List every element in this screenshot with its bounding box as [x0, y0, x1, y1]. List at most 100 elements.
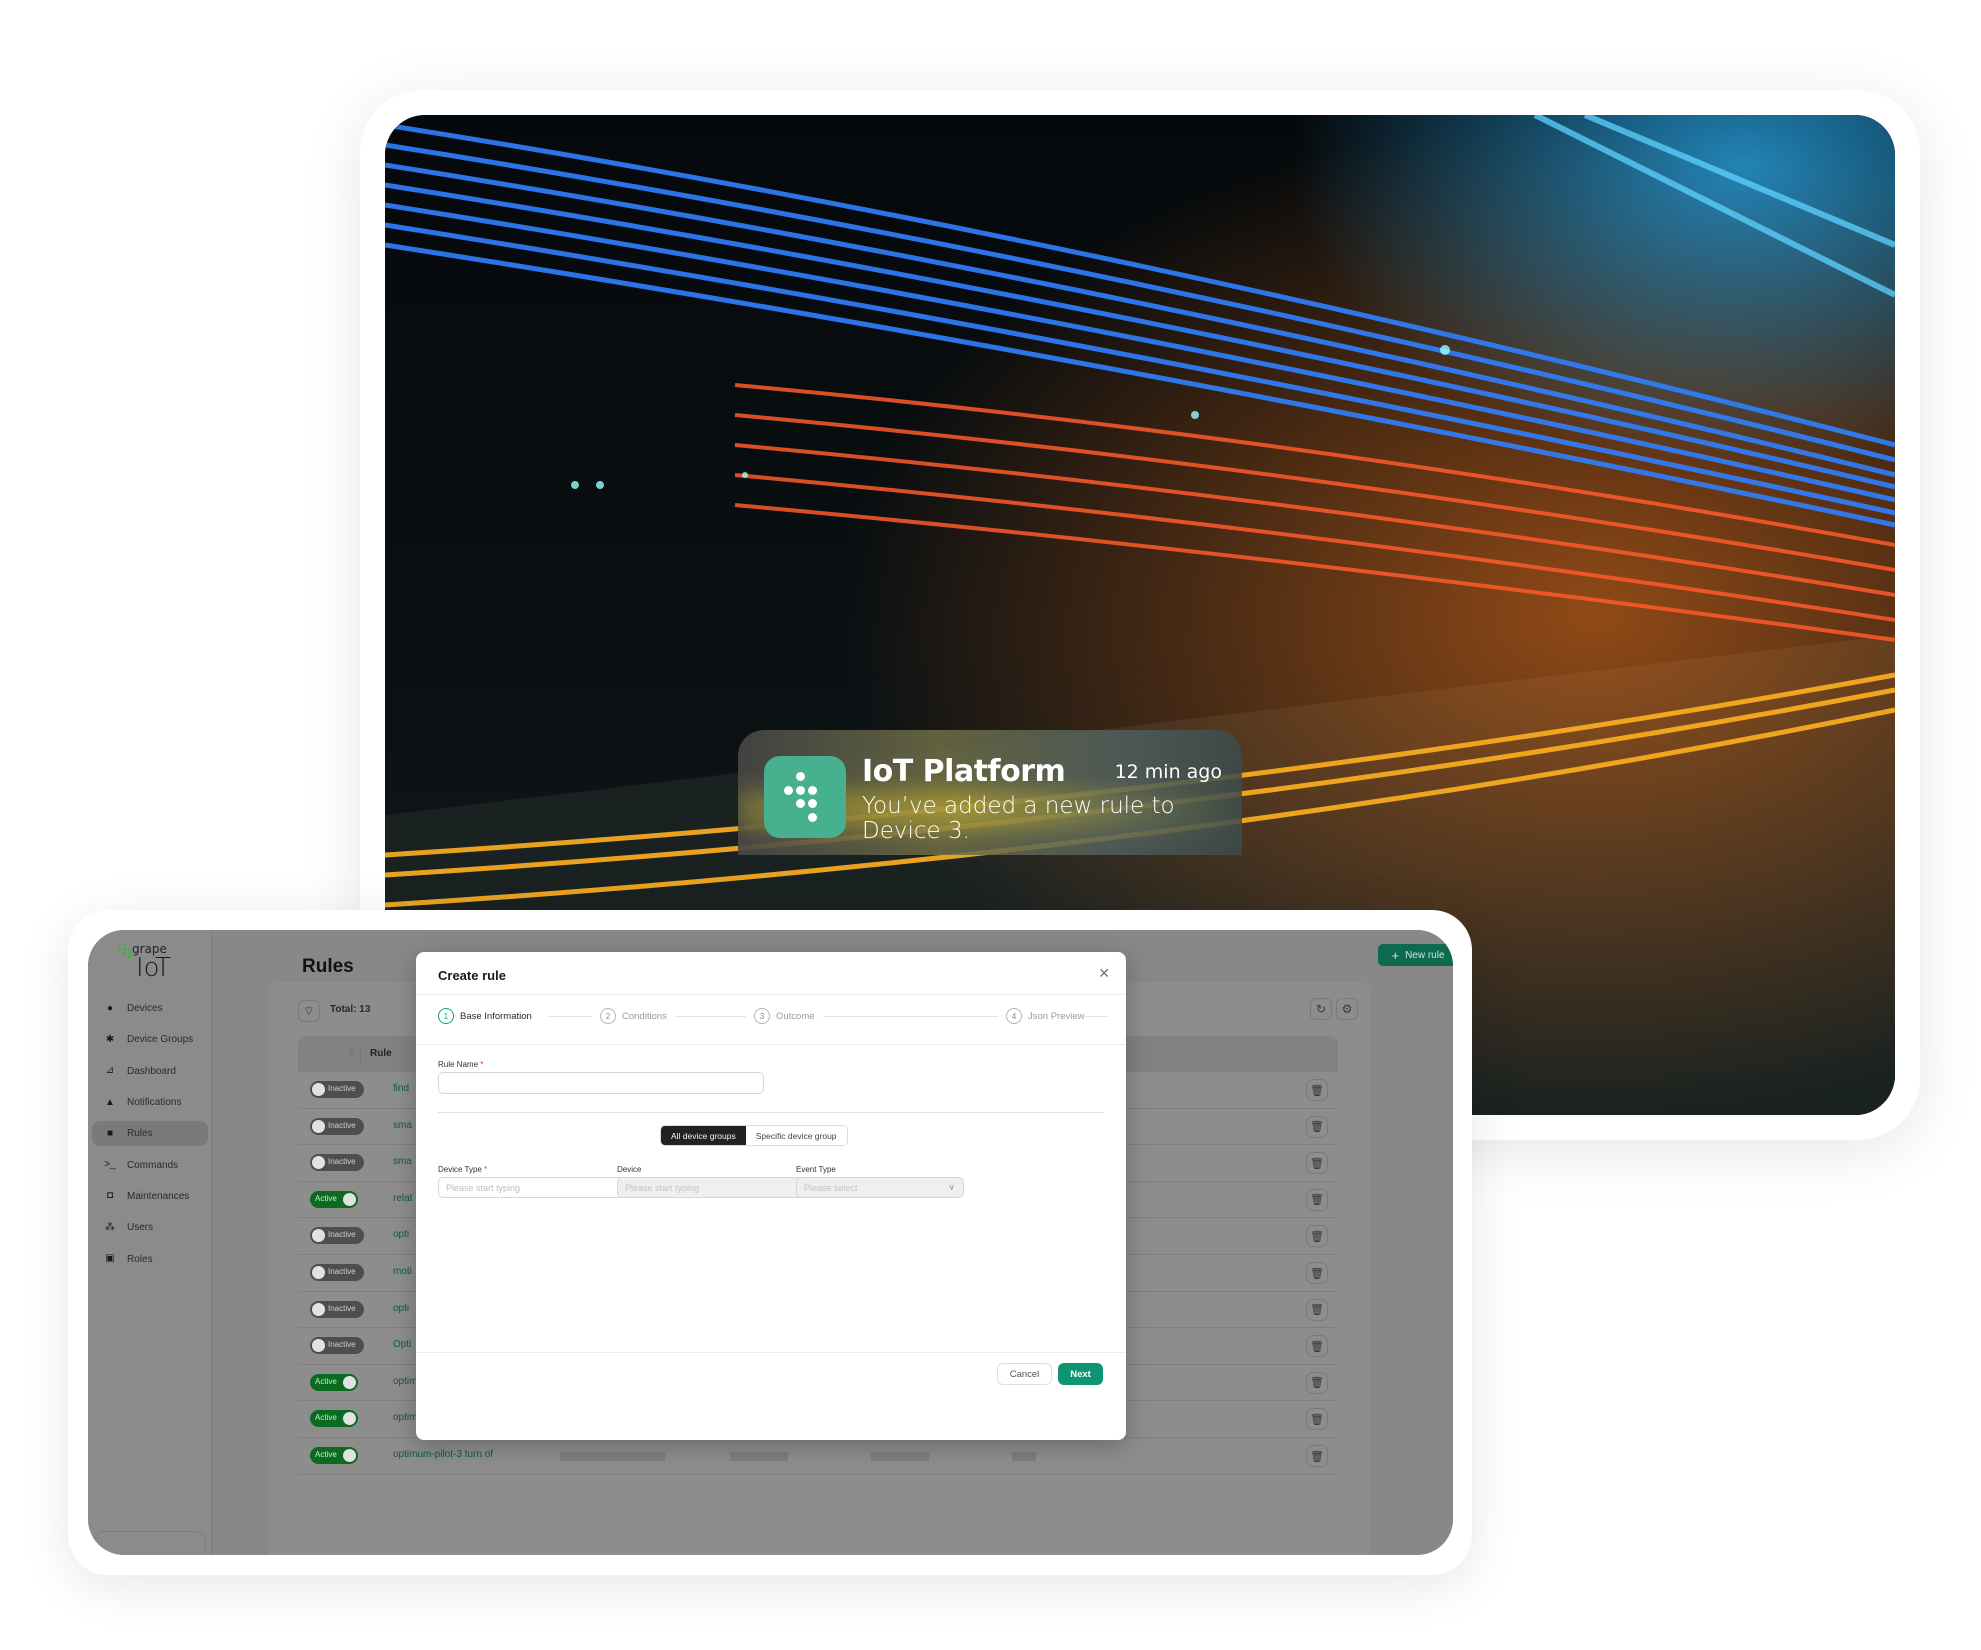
event-type-select[interactable]: Please select ∨	[796, 1177, 964, 1198]
status-toggle[interactable]: Inactive	[310, 1264, 364, 1281]
delete-button[interactable]: 🗑︎	[1306, 1408, 1328, 1431]
rule-name-link[interactable]: sma	[393, 1120, 412, 1131]
sidebar-item-users[interactable]: ⁂ Users	[88, 1212, 212, 1243]
column-divider	[360, 1046, 361, 1062]
sidebar-item-maintenances[interactable]: ◘ Maintenances	[88, 1181, 212, 1212]
status-toggle[interactable]: Active	[310, 1447, 358, 1464]
bulb-icon: ●	[106, 1002, 114, 1014]
refresh-icon: ↻	[1315, 1002, 1327, 1016]
status-label: Active	[315, 1193, 337, 1203]
status-label: Inactive	[328, 1267, 356, 1276]
rule-name-link[interactable]: find	[393, 1083, 409, 1094]
sidebar-item-label: Maintenances	[127, 1190, 190, 1202]
status-label: Inactive	[328, 1340, 356, 1350]
column-header-rule[interactable]: Rule	[370, 1048, 392, 1059]
step-base-information[interactable]: 1 Base Information	[438, 1008, 540, 1024]
step-conditions[interactable]: 2 Conditions	[592, 1008, 675, 1024]
sidebar-item-commands[interactable]: >_ Commands	[88, 1149, 212, 1180]
rules-icon: ■	[106, 1127, 114, 1139]
rule-name-link[interactable]: moti	[393, 1266, 412, 1277]
toggle-knob	[312, 1229, 325, 1243]
status-toggle[interactable]: Inactive	[310, 1081, 364, 1098]
delete-button[interactable]: 🗑︎	[1306, 1079, 1328, 1101]
status-toggle[interactable]: Inactive	[310, 1154, 364, 1172]
close-icon[interactable]: ✕	[1098, 965, 1110, 982]
delete-button[interactable]: 🗑︎	[1306, 1262, 1328, 1284]
divider	[416, 1352, 1126, 1353]
placeholder: Please select	[804, 1182, 858, 1193]
delete-button[interactable]: 🗑︎	[1306, 1115, 1328, 1138]
sidebar-item-devices[interactable]: ● Devices	[88, 993, 212, 1024]
status-toggle[interactable]: Inactive	[310, 1227, 364, 1245]
total-count: Total: 13	[330, 1004, 371, 1015]
rule-name-link[interactable]: opti	[393, 1229, 409, 1240]
terminal-icon: >_	[104, 1159, 116, 1171]
loading-placeholder	[631, 1452, 665, 1461]
new-rule-button[interactable]: + New rule	[1378, 944, 1453, 966]
toggle-knob	[343, 1192, 356, 1206]
settings-button[interactable]: ⚙	[1336, 998, 1358, 1020]
delete-button[interactable]: 🗑︎	[1306, 1371, 1328, 1394]
rule-name-input[interactable]	[438, 1072, 764, 1094]
status-label: Inactive	[328, 1303, 356, 1313]
sidebar-item-label: Commands	[127, 1159, 179, 1171]
placeholder: Please start typing	[625, 1182, 700, 1193]
trash-icon: 🗑︎	[1310, 1084, 1324, 1097]
status-label: Inactive	[328, 1084, 356, 1093]
grape-iot-logo: grape IoT	[118, 942, 188, 983]
all-device-groups-option[interactable]: All device groups	[661, 1126, 746, 1145]
rule-name-link[interactable]: optimum-pilot-3 turn of	[393, 1449, 493, 1460]
status-toggle[interactable]: Inactive	[310, 1117, 364, 1135]
sidebar-user-box[interactable]	[94, 1531, 206, 1555]
step-outcome[interactable]: 3 Outcome	[746, 1008, 823, 1024]
table-row[interactable]: Active optimum-pilot-3 turn of 🗑︎	[298, 1438, 1338, 1475]
step-json-preview[interactable]: 4 Json Preview	[998, 1008, 1085, 1024]
delete-button[interactable]: 🗑︎	[1306, 1152, 1328, 1175]
trash-icon: 🗑︎	[1310, 1413, 1324, 1426]
toggle-knob	[343, 1449, 356, 1462]
step-number: 3	[754, 1008, 770, 1024]
trash-icon: 🗑︎	[1310, 1194, 1324, 1207]
cancel-button[interactable]: Cancel	[997, 1363, 1052, 1385]
delete-button[interactable]: 🗑︎	[1306, 1298, 1328, 1321]
status-toggle[interactable]: Inactive	[310, 1337, 364, 1355]
status-label: Inactive	[328, 1230, 356, 1240]
sidebar-item-rules[interactable]: ■ Rules	[88, 1118, 212, 1149]
filter-icon: ▽	[305, 1005, 313, 1017]
sidebar-item-roles[interactable]: ▣ Roles	[88, 1243, 212, 1274]
sidebar-item-device-groups[interactable]: ✱ Device Groups	[88, 1024, 212, 1055]
status-toggle[interactable]: Active	[310, 1190, 358, 1208]
label-text: Rule Name	[438, 1060, 479, 1069]
delete-button[interactable]: 🗑︎	[1306, 1335, 1328, 1358]
sidebar-item-label: Users	[127, 1222, 154, 1234]
filter-button[interactable]: ▽	[298, 1000, 320, 1022]
sidebar-item-dashboard[interactable]: ⊿ Dashboard	[88, 1056, 212, 1087]
delete-button[interactable]: 🗑︎	[1306, 1188, 1328, 1211]
status-toggle[interactable]: Inactive	[310, 1300, 364, 1318]
rule-name-link[interactable]: opti	[393, 1303, 409, 1314]
trash-icon: 🗑︎	[1310, 1340, 1324, 1353]
event-type-label: Event Type	[796, 1165, 836, 1174]
rule-name-link[interactable]: sma	[393, 1156, 412, 1167]
sidebar-item-notifications[interactable]: ▲ Notifications	[88, 1087, 212, 1118]
rule-name-link[interactable]: Opti	[393, 1339, 411, 1350]
trash-icon: 🗑︎	[1310, 1304, 1324, 1317]
step-number: 4	[1006, 1008, 1022, 1024]
delete-button[interactable]: 🗑︎	[1306, 1445, 1328, 1467]
modal-title: Create rule	[438, 968, 506, 983]
toggle-knob	[343, 1412, 356, 1426]
label-text: Device	[617, 1165, 642, 1174]
rule-name-link[interactable]: relat	[393, 1193, 412, 1204]
push-notification[interactable]: IoT Platform 12 min ago You’ve added a n…	[738, 730, 1242, 855]
create-rule-modal: Create rule ✕ 1 Base Information 2 Condi…	[416, 952, 1126, 1440]
status-toggle[interactable]: Active	[310, 1373, 358, 1391]
sort-icon[interactable]: ⇕	[348, 1048, 355, 1057]
users-icon: ⁂	[105, 1221, 115, 1233]
refresh-button[interactable]: ↻	[1310, 998, 1332, 1020]
delete-button[interactable]: 🗑︎	[1306, 1225, 1328, 1248]
trash-icon: 🗑︎	[1310, 1377, 1324, 1390]
status-toggle[interactable]: Active	[310, 1410, 358, 1428]
specific-device-group-option[interactable]: Specific device group	[745, 1126, 847, 1145]
device-groups-icon: ✱	[105, 1033, 115, 1045]
next-button[interactable]: Next	[1058, 1363, 1103, 1385]
